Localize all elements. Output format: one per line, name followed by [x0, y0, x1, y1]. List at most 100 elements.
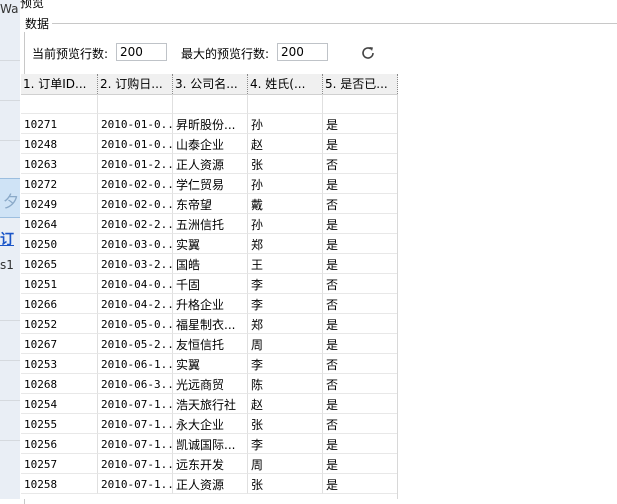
- table-cell[interactable]: 千固: [173, 274, 248, 294]
- table-cell[interactable]: 实翼: [173, 354, 248, 374]
- table-cell[interactable]: 2010-01-0...: [98, 114, 173, 134]
- table-cell[interactable]: 孙: [248, 214, 323, 234]
- table-cell[interactable]: 2010-02-0...: [98, 174, 173, 194]
- table-row[interactable]: 10252 2010-05-0... 福星制衣... 郑是: [21, 314, 398, 334]
- table-cell[interactable]: 张: [248, 414, 323, 434]
- column-header[interactable]: 1. 订单ID...: [21, 74, 98, 94]
- table-cell[interactable]: 10267: [21, 334, 98, 354]
- table-cell[interactable]: 孙: [248, 114, 323, 134]
- table-cell[interactable]: [248, 94, 323, 114]
- table-cell[interactable]: 10254: [21, 394, 98, 414]
- table-cell[interactable]: 王: [248, 254, 323, 274]
- table-cell[interactable]: 2010-06-3...: [98, 374, 173, 394]
- table-row[interactable]: [21, 94, 398, 114]
- table-cell[interactable]: 赵: [248, 134, 323, 154]
- refresh-icon[interactable]: [359, 44, 377, 62]
- table-cell[interactable]: 否: [323, 374, 398, 394]
- table-cell[interactable]: 10266: [21, 294, 98, 314]
- table-row[interactable]: 10253 2010-06-1... 实翼李否: [21, 354, 398, 374]
- table-cell[interactable]: 10251: [21, 274, 98, 294]
- table-cell[interactable]: 否: [323, 414, 398, 434]
- table-cell[interactable]: 2010-04-2...: [98, 294, 173, 314]
- table-cell[interactable]: 凯诚国际...: [173, 434, 248, 454]
- table-cell[interactable]: 是: [323, 434, 398, 454]
- column-header[interactable]: 5. 是否已...: [323, 74, 398, 94]
- table-cell[interactable]: 五洲信托: [173, 214, 248, 234]
- table-cell[interactable]: 10253: [21, 354, 98, 374]
- table-cell[interactable]: 10255: [21, 414, 98, 434]
- table-cell[interactable]: 2010-04-0...: [98, 274, 173, 294]
- table-cell[interactable]: 是: [323, 314, 398, 334]
- max-rows-input[interactable]: [277, 43, 328, 61]
- table-cell[interactable]: 10257: [21, 454, 98, 474]
- table-cell[interactable]: 是: [323, 234, 398, 254]
- table-cell[interactable]: 10272: [21, 174, 98, 194]
- table-cell[interactable]: 2010-07-1...: [98, 414, 173, 434]
- table-row[interactable]: 10263 2010-01-2... 正人资源张否: [21, 154, 398, 174]
- table-cell[interactable]: 2010-02-2...: [98, 214, 173, 234]
- table-cell[interactable]: 2010-07-1...: [98, 434, 173, 454]
- table-cell[interactable]: 周: [248, 454, 323, 474]
- table-cell[interactable]: 张: [248, 154, 323, 174]
- table-cell[interactable]: 戴: [248, 194, 323, 214]
- table-cell[interactable]: 10249: [21, 194, 98, 214]
- table-cell[interactable]: 东帝望: [173, 194, 248, 214]
- table-cell[interactable]: 浩天旅行社: [173, 394, 248, 414]
- table-row[interactable]: 10255 2010-07-1... 永大企业张否: [21, 414, 398, 434]
- table-cell[interactable]: 2010-06-1...: [98, 354, 173, 374]
- table-cell[interactable]: 2010-01-2...: [98, 154, 173, 174]
- table-cell[interactable]: 升格企业: [173, 294, 248, 314]
- current-rows-input[interactable]: [116, 43, 167, 61]
- table-cell[interactable]: 否: [323, 354, 398, 374]
- column-header[interactable]: 2. 订购日...: [98, 74, 173, 94]
- table-row[interactable]: 10251 2010-04-0... 千固李否: [21, 274, 398, 294]
- table-cell[interactable]: 否: [323, 154, 398, 174]
- table-cell[interactable]: [98, 94, 173, 114]
- table-cell[interactable]: 昇昕股份...: [173, 114, 248, 134]
- table-cell[interactable]: 是: [323, 474, 398, 494]
- table-row[interactable]: 10265 2010-03-2... 国皓王是: [21, 254, 398, 274]
- table-cell[interactable]: 2010-05-2...: [98, 334, 173, 354]
- table-row[interactable]: 10248 2010-01-0... 山泰企业赵是: [21, 134, 398, 154]
- table-cell[interactable]: 2010-02-0...: [98, 194, 173, 214]
- table-cell[interactable]: 正人资源: [173, 474, 248, 494]
- table-cell[interactable]: 国皓: [173, 254, 248, 274]
- table-cell[interactable]: 10258: [21, 474, 98, 494]
- table-cell[interactable]: 2010-01-0...: [98, 134, 173, 154]
- table-cell[interactable]: 10250: [21, 234, 98, 254]
- table-cell[interactable]: 10256: [21, 434, 98, 454]
- table-cell[interactable]: [21, 94, 98, 114]
- table-cell[interactable]: 郑: [248, 314, 323, 334]
- table-cell[interactable]: 是: [323, 454, 398, 474]
- table-cell[interactable]: 是: [323, 134, 398, 154]
- table-cell[interactable]: 10271: [21, 114, 98, 134]
- table-cell[interactable]: 是: [323, 334, 398, 354]
- table-row[interactable]: 10254 2010-07-1... 浩天旅行社赵是: [21, 394, 398, 414]
- column-header[interactable]: 4. 姓氏(...: [248, 74, 323, 94]
- table-cell[interactable]: 赵: [248, 394, 323, 414]
- table-cell[interactable]: 是: [323, 254, 398, 274]
- table-cell[interactable]: 友恒信托: [173, 334, 248, 354]
- table-cell[interactable]: 10264: [21, 214, 98, 234]
- table-cell[interactable]: 学仁贸易: [173, 174, 248, 194]
- table-row[interactable]: 10268 2010-06-3... 光远商贸陈否: [21, 374, 398, 394]
- table-cell[interactable]: 张: [248, 474, 323, 494]
- table-cell[interactable]: 是: [323, 174, 398, 194]
- table-cell[interactable]: 2010-07-1...: [98, 394, 173, 414]
- table-cell[interactable]: 永大企业: [173, 414, 248, 434]
- table-cell[interactable]: 否: [323, 294, 398, 314]
- table-row[interactable]: 10258 2010-07-1... 正人资源张是: [21, 474, 398, 494]
- table-row[interactable]: 10256 2010-07-1... 凯诚国际... 李是: [21, 434, 398, 454]
- table-cell[interactable]: 孙: [248, 174, 323, 194]
- table-cell[interactable]: 否: [323, 274, 398, 294]
- table-cell[interactable]: 是: [323, 114, 398, 134]
- table-cell[interactable]: 是: [323, 394, 398, 414]
- table-cell[interactable]: 2010-03-0...: [98, 234, 173, 254]
- table-cell[interactable]: 李: [248, 434, 323, 454]
- table-cell[interactable]: [173, 94, 248, 114]
- table-cell[interactable]: 2010-07-1...: [98, 474, 173, 494]
- table-row[interactable]: 10249 2010-02-0... 东帝望戴否: [21, 194, 398, 214]
- table-cell[interactable]: 是: [323, 214, 398, 234]
- table-cell[interactable]: 山泰企业: [173, 134, 248, 154]
- table-cell[interactable]: 2010-07-1...: [98, 454, 173, 474]
